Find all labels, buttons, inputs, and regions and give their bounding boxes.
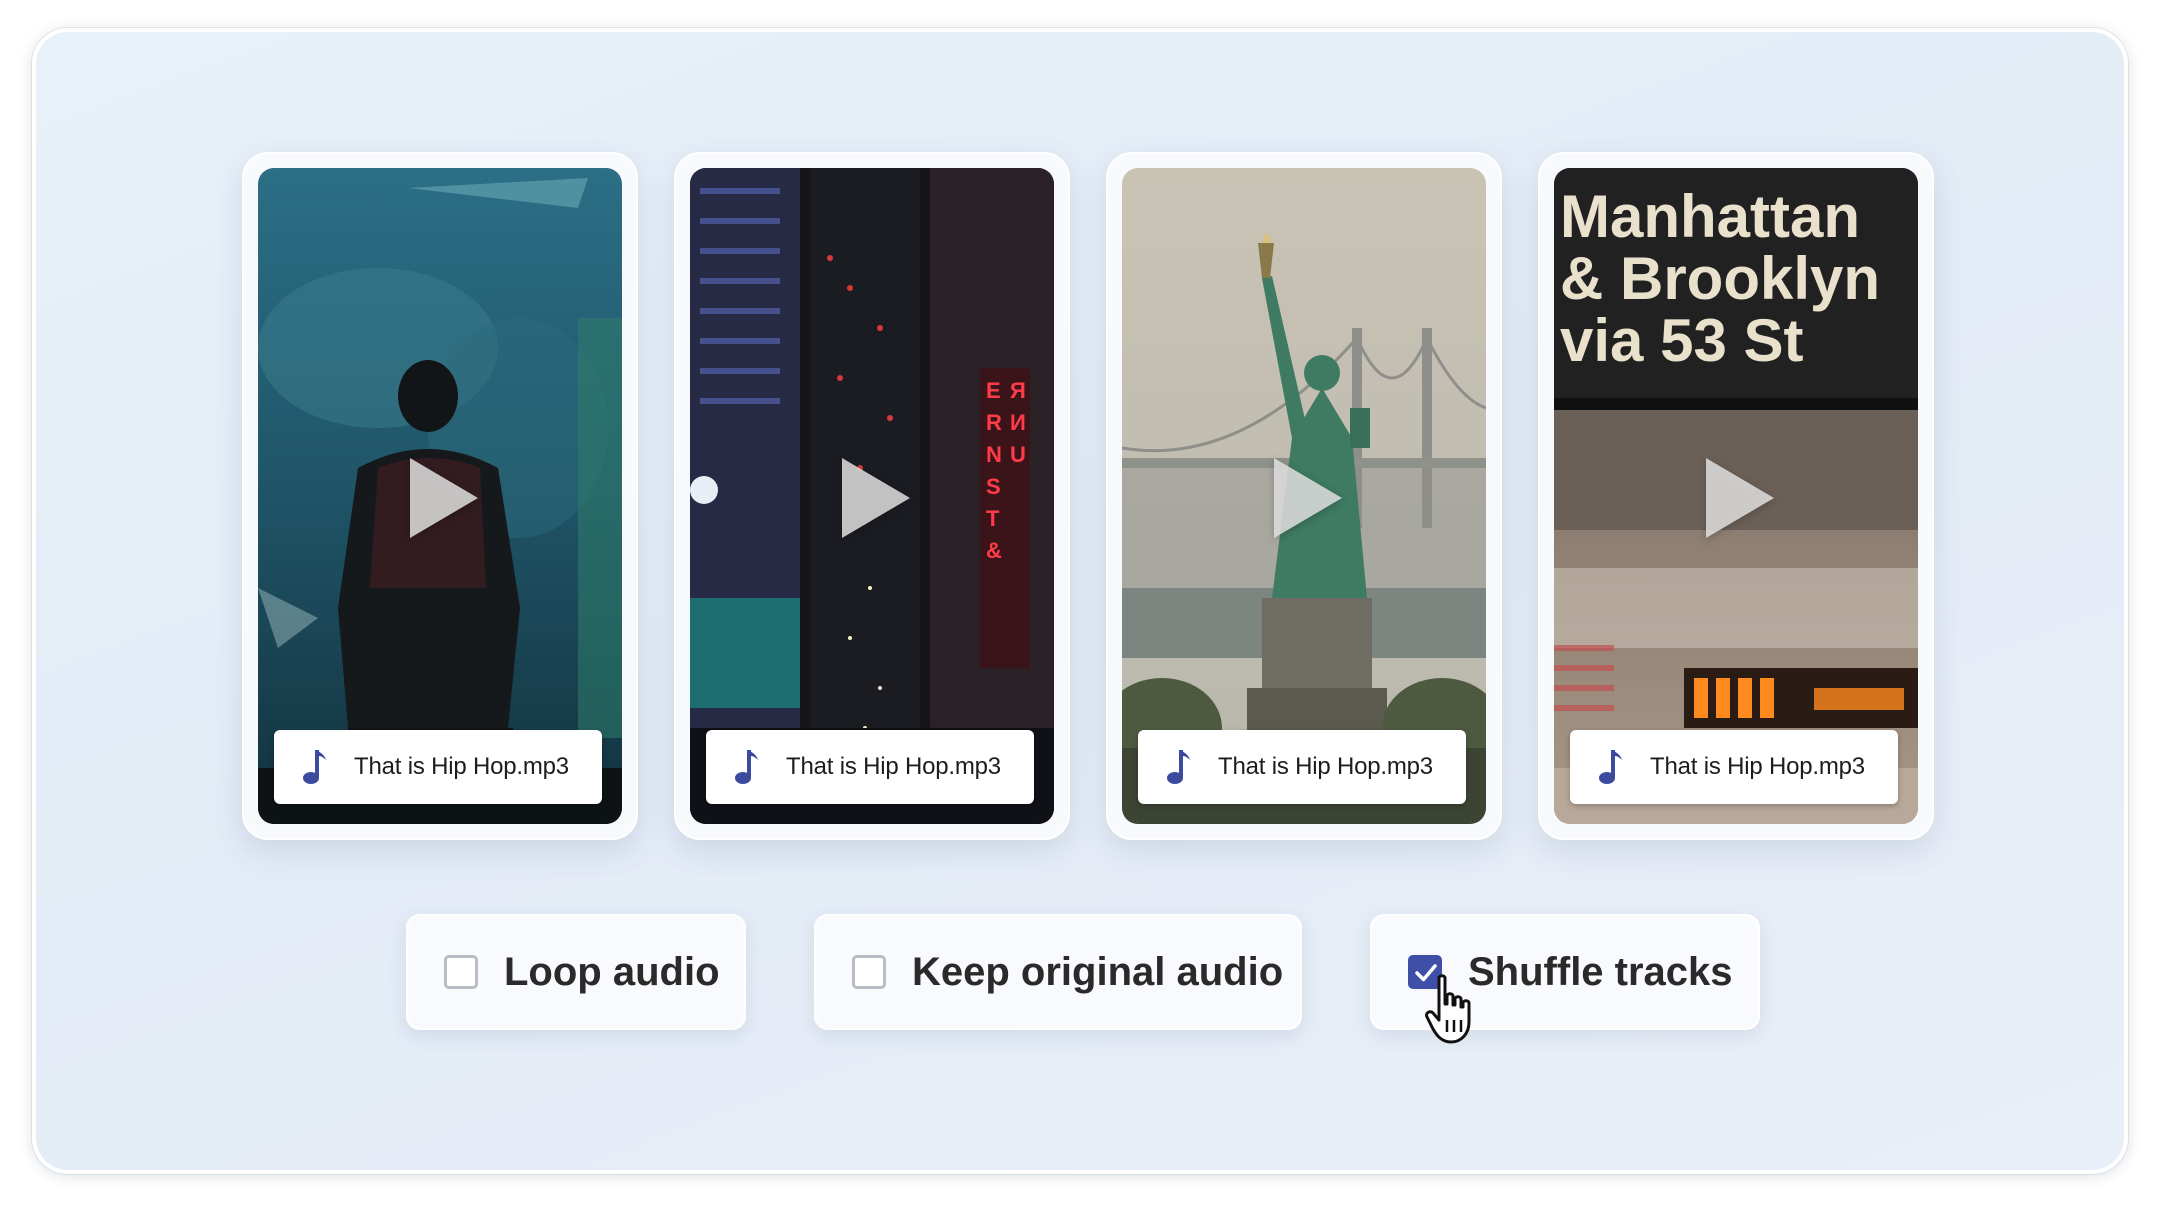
- play-icon[interactable]: [842, 458, 910, 538]
- video-card-3[interactable]: That is Hip Hop.mp3: [1106, 152, 1502, 840]
- audio-track-chip[interactable]: That is Hip Hop.mp3: [1570, 730, 1898, 804]
- svg-text:И: И: [1010, 410, 1026, 435]
- svg-text:&: &: [986, 538, 1002, 563]
- video-card-4[interactable]: Manhattan & Brooklyn via 53 St That is H…: [1538, 152, 1934, 840]
- svg-text:E: E: [986, 378, 1001, 403]
- loop-audio-checkbox[interactable]: [444, 955, 478, 989]
- subway-sign-line: via 53 St: [1560, 307, 1804, 374]
- music-note-icon: [1167, 750, 1190, 784]
- music-note-icon: [303, 750, 326, 784]
- play-icon[interactable]: [410, 458, 478, 538]
- svg-text:T: T: [986, 506, 1000, 531]
- app-canvas: That is Hip Hop.mp3 E R N S T & Я И U Th…: [32, 28, 2128, 1174]
- video-thumbnail[interactable]: ERN S T & ЯИU That is Hip Hop.mp3: [690, 168, 1054, 824]
- keep-original-audio-label: Keep original audio: [912, 949, 1284, 994]
- audio-track-label: That is Hip Hop.mp3: [1650, 753, 1865, 780]
- video-thumbnail[interactable]: Manhattan & Brooklyn via 53 St That is H…: [1554, 168, 1918, 824]
- shuffle-tracks-option[interactable]: Shuffle tracks: [1370, 914, 1760, 1030]
- svg-text:N: N: [986, 442, 1002, 467]
- audio-track-label: That is Hip Hop.mp3: [1218, 753, 1433, 780]
- loop-audio-label: Loop audio: [504, 949, 720, 994]
- keep-original-audio-option[interactable]: Keep original audio: [814, 914, 1302, 1030]
- video-card-1[interactable]: That is Hip Hop.mp3: [242, 152, 638, 840]
- loop-audio-option[interactable]: Loop audio: [406, 914, 746, 1030]
- audio-track-label: That is Hip Hop.mp3: [354, 753, 569, 780]
- shuffle-tracks-label: Shuffle tracks: [1468, 949, 1733, 994]
- svg-text:Я: Я: [1010, 378, 1026, 403]
- checkmark-icon: [1415, 964, 1437, 982]
- audio-track-label: That is Hip Hop.mp3: [786, 753, 1001, 780]
- music-note-icon: [1599, 750, 1622, 784]
- subway-sign: Manhattan & Brooklyn via 53 St: [1560, 186, 1880, 372]
- music-note-icon: [735, 750, 758, 784]
- video-card-2[interactable]: ERN S T & ЯИU That is Hip Hop.mp3: [674, 152, 1070, 840]
- svg-text:S: S: [986, 474, 1001, 499]
- video-thumbnail[interactable]: That is Hip Hop.mp3: [1122, 168, 1486, 824]
- shuffle-tracks-checkbox[interactable]: [1408, 955, 1442, 989]
- audio-track-chip[interactable]: That is Hip Hop.mp3: [706, 730, 1034, 804]
- subway-sign-line: Manhattan: [1560, 183, 1860, 250]
- video-thumbnail[interactable]: That is Hip Hop.mp3: [258, 168, 622, 824]
- subway-sign-line: & Brooklyn: [1560, 245, 1881, 312]
- play-icon[interactable]: [1706, 458, 1774, 538]
- audio-track-chip[interactable]: That is Hip Hop.mp3: [1138, 730, 1466, 804]
- audio-track-chip[interactable]: That is Hip Hop.mp3: [274, 730, 602, 804]
- keep-original-audio-checkbox[interactable]: [852, 955, 886, 989]
- play-icon[interactable]: [1274, 458, 1342, 538]
- svg-text:R: R: [986, 410, 1002, 435]
- svg-text:U: U: [1010, 442, 1026, 467]
